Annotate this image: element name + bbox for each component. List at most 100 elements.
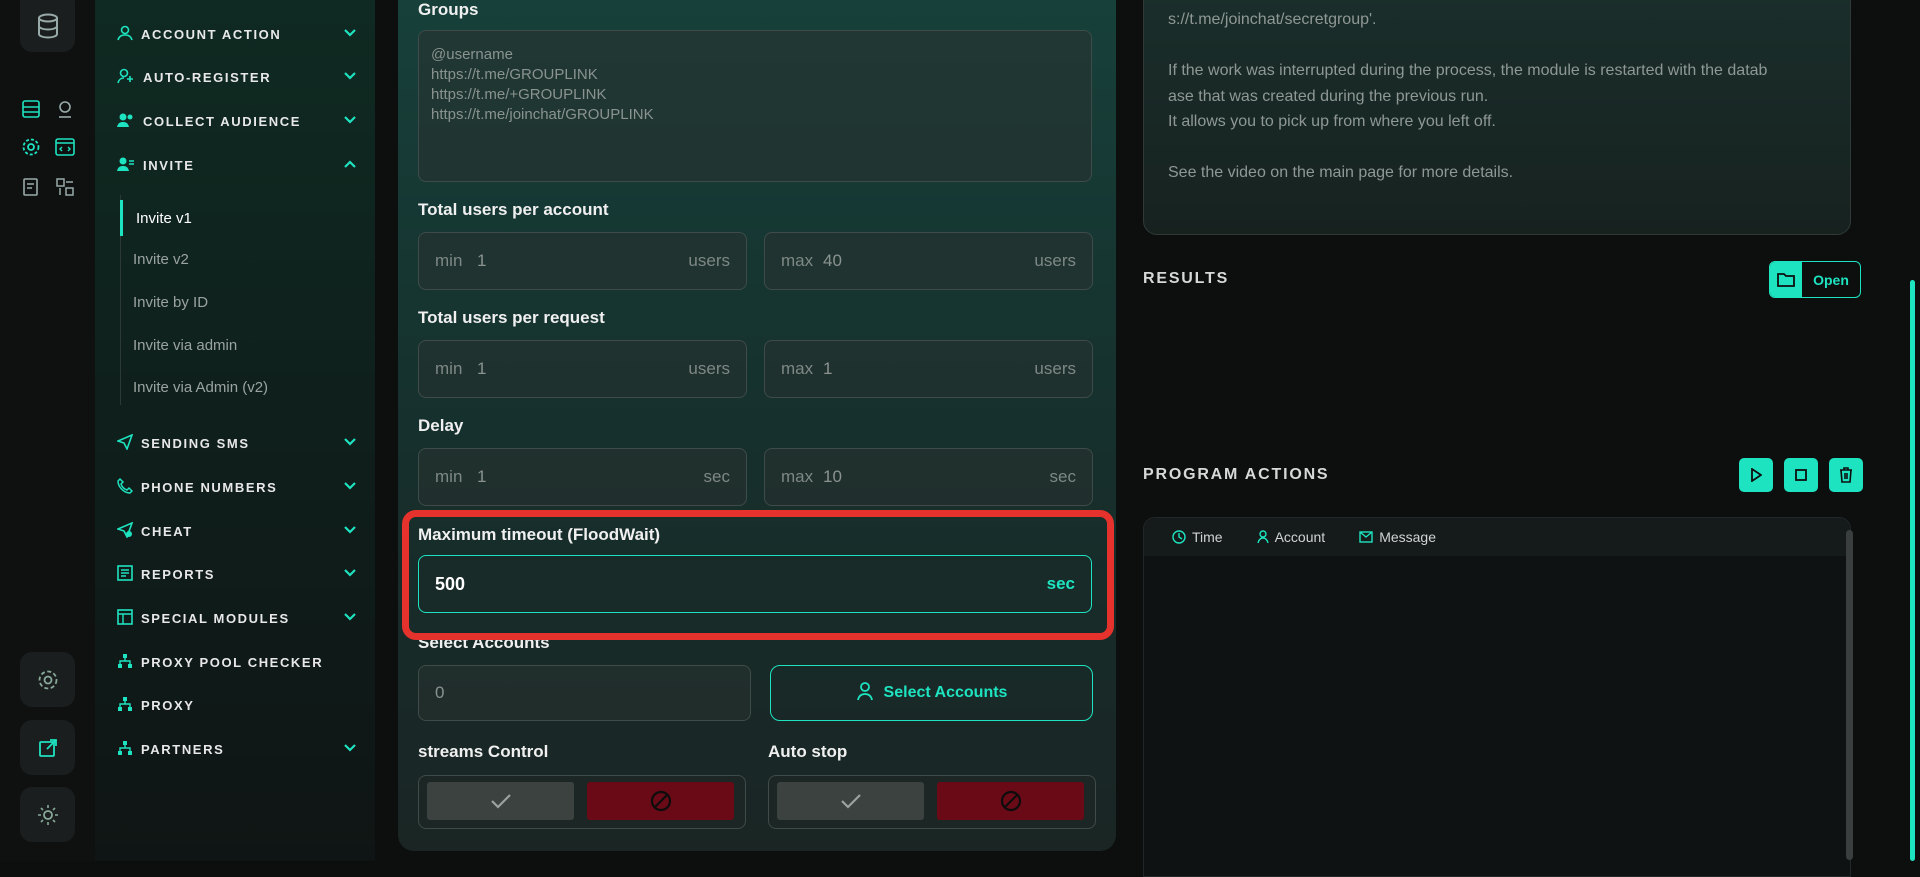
column-message[interactable]: Message — [1359, 529, 1436, 545]
play-button[interactable] — [1739, 458, 1773, 492]
user-gear-icon — [117, 25, 133, 44]
chevron-down-icon — [343, 435, 357, 450]
log-scrollbar[interactable] — [1846, 530, 1853, 860]
network-icon — [117, 696, 133, 715]
field-key: max — [781, 467, 814, 486]
chevron-down-icon — [343, 741, 357, 756]
apps-icon[interactable] — [52, 174, 78, 200]
submenu-invite-v2[interactable]: Invite v2 — [120, 241, 340, 277]
column-account[interactable]: Account — [1256, 529, 1325, 545]
tua-max-input[interactable]: max 40 users — [764, 232, 1093, 290]
boost-icon — [115, 521, 134, 541]
chevron-down-icon — [343, 69, 357, 84]
sidebar-item-auto-register[interactable]: AUTO-REGISTER — [117, 62, 357, 92]
map-pin-icon[interactable] — [52, 96, 78, 122]
enable-button[interactable] — [777, 782, 924, 820]
sidebar-item-partners[interactable]: PARTNERS — [117, 734, 357, 764]
module-description: s://t.me/joinchat/secretgroup'. If the w… — [1143, 0, 1851, 235]
sidebar-item-special-modules[interactable]: SPECIAL MODULES — [117, 603, 357, 633]
play-icon — [1751, 468, 1762, 482]
sidebar-item-proxy-pool-checker[interactable]: PROXY POOL CHECKER — [117, 647, 357, 677]
report-icon[interactable] — [18, 174, 44, 200]
sidebar-item-proxy[interactable]: PROXY — [117, 690, 357, 720]
field-unit: users — [1034, 359, 1076, 378]
trash-icon — [1840, 467, 1852, 483]
sidebar-item-label: COLLECT AUDIENCE — [143, 113, 302, 129]
server-list-icon[interactable] — [18, 96, 44, 122]
external-link-icon[interactable] — [20, 720, 75, 775]
page-scrollbar[interactable] — [1910, 280, 1915, 861]
disable-button[interactable] — [587, 782, 734, 820]
sidebar-item-label: PROXY POOL CHECKER — [141, 654, 324, 670]
chevron-down-icon — [343, 523, 357, 538]
stop-button[interactable] — [1784, 458, 1818, 492]
open-results-button[interactable]: Open — [1769, 261, 1861, 298]
sidebar-item-sending-sms[interactable]: SENDING SMS — [115, 428, 357, 458]
enable-button[interactable] — [427, 782, 574, 820]
delay-max-input[interactable]: max 10 sec — [764, 448, 1093, 506]
delete-button[interactable] — [1829, 458, 1863, 492]
gear-icon[interactable] — [18, 134, 44, 160]
program-actions-title: PROGRAM ACTIONS — [1143, 466, 1330, 483]
database-icon[interactable] — [20, 0, 75, 52]
streams-control-label: streams Control — [418, 742, 549, 761]
select-accounts-button[interactable]: Select Accounts — [770, 665, 1093, 721]
sidebar-item-account-action[interactable]: ACCOUNT ACTION — [117, 19, 357, 49]
sidebar-item-label: ACCOUNT ACTION — [141, 26, 282, 42]
sidebar-item-cheat[interactable]: CHEAT — [115, 516, 357, 546]
submenu-invite-via-admin[interactable]: Invite via admin — [120, 327, 340, 363]
tua-min-input[interactable]: min 1 users — [418, 232, 747, 290]
actions-log: Time Account Message — [1143, 517, 1851, 877]
results-title: RESULTS — [1143, 270, 1230, 287]
chevron-down-icon — [343, 566, 357, 581]
report-icon — [117, 564, 133, 584]
sidebar-item-label: PARTNERS — [141, 741, 225, 757]
settings-icon[interactable] — [20, 652, 75, 707]
sidebar-item-invite[interactable]: INVITE — [117, 150, 357, 180]
code-window-icon[interactable] — [52, 134, 78, 160]
select-accounts-button-label: Select Accounts — [883, 684, 1008, 701]
groups-textarea[interactable]: @username https://t.me/GROUPLINK https:/… — [418, 30, 1092, 182]
sidebar-item-label: AUTO-REGISTER — [143, 69, 272, 85]
icon-rail — [0, 0, 95, 861]
chevron-down-icon — [343, 113, 357, 128]
send-icon — [115, 433, 134, 453]
field-unit: users — [688, 359, 730, 378]
users-icon — [117, 112, 135, 131]
submenu-invite-v1[interactable]: Invite v1 — [120, 200, 340, 236]
right-panel: s://t.me/joinchat/secretgroup'. If the w… — [1143, 0, 1863, 877]
sidebar-item-collect-audience[interactable]: COLLECT AUDIENCE — [117, 106, 357, 136]
sidebar-item-label: REPORTS — [141, 566, 216, 582]
field-value: 1 — [823, 359, 833, 378]
tur-min-input[interactable]: min 1 users — [418, 340, 747, 398]
sidebar-item-phone-numbers[interactable]: PHONE NUMBERS — [117, 472, 357, 502]
sun-icon[interactable] — [20, 787, 75, 842]
chevron-down-icon — [343, 479, 357, 494]
sidebar: ACCOUNT ACTION AUTO-REGISTER COLLECT AUD… — [95, 0, 375, 861]
field-value: 1 — [477, 467, 487, 486]
submenu-invite-via-admin-v2[interactable]: Invite via Admin (v2) — [120, 369, 340, 405]
field-value: 1 — [477, 359, 487, 378]
chevron-down-icon — [343, 26, 357, 41]
column-time[interactable]: Time — [1172, 529, 1223, 545]
check-icon — [840, 794, 861, 809]
field-key: max — [781, 251, 814, 270]
disable-button[interactable] — [937, 782, 1084, 820]
mail-icon — [1359, 531, 1373, 543]
sidebar-item-label: SPECIAL MODULES — [141, 610, 290, 626]
sidebar-item-label: PROXY — [141, 697, 195, 713]
field-value: 10 — [823, 467, 842, 486]
chevron-down-icon — [343, 610, 357, 625]
folder-icon — [1770, 262, 1802, 297]
sidebar-item-reports[interactable]: REPORTS — [117, 559, 357, 589]
module-icon — [117, 608, 133, 628]
phone-icon — [117, 477, 134, 497]
user-invite-icon — [117, 156, 135, 175]
delay-min-input[interactable]: min 1 sec — [418, 448, 747, 506]
field-unit: users — [688, 251, 730, 270]
submenu-invite-by-id[interactable]: Invite by ID — [120, 284, 340, 320]
clock-icon — [1172, 530, 1186, 544]
tur-max-input[interactable]: max 1 users — [764, 340, 1093, 398]
field-value: 0 — [435, 683, 445, 702]
block-icon — [1000, 790, 1021, 812]
